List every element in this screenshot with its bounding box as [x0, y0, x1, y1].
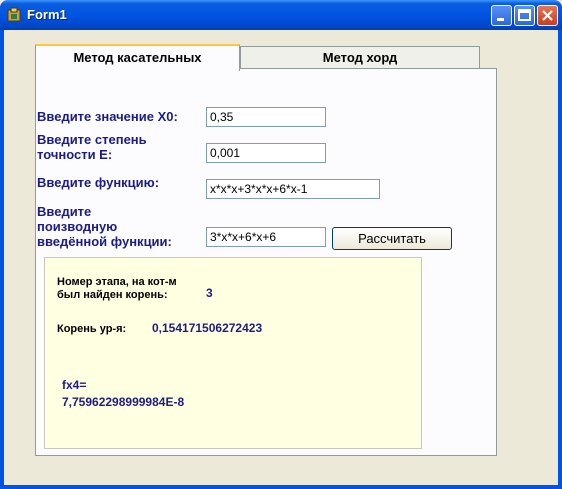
tab-chord-method[interactable]: Метод хорд — [240, 46, 480, 68]
step-label-line2: был найден корень: — [57, 289, 168, 301]
step-label-line1: Номер этапа, на кот-м — [57, 276, 177, 288]
window-title: Form1 — [27, 7, 67, 22]
x0-label: Введите значение X0: — [37, 109, 178, 124]
minimize-button[interactable] — [491, 5, 512, 26]
maximize-icon — [518, 9, 531, 21]
derivative-label-line1: Введите — [37, 204, 92, 219]
derivative-label-line3: введённой функции: — [37, 234, 172, 249]
epsilon-label-line2: точности E: — [37, 147, 113, 162]
derivative-input[interactable] — [206, 227, 326, 247]
delphi-app-icon — [7, 7, 21, 22]
fx-label: fx4= — [62, 378, 87, 392]
form-client-area: Метод хорд Метод касательных Введите зна… — [4, 30, 558, 485]
minimize-icon — [497, 18, 504, 21]
root-label: Корень ур-я: — [57, 323, 127, 335]
derivative-label-line2: поизводную — [37, 219, 118, 234]
fx-value: 7,75962298999984E-8 — [62, 395, 185, 409]
title-bar[interactable]: Form1 — [0, 0, 562, 30]
x0-input[interactable] — [206, 107, 326, 127]
close-button[interactable] — [537, 5, 558, 26]
application-window: Form1 Метод хорд Метод касательных Введи… — [0, 0, 562, 489]
calculate-button[interactable]: Рассчитать — [332, 227, 452, 250]
epsilon-input[interactable] — [206, 143, 326, 163]
close-icon — [542, 10, 553, 21]
result-panel: Номер этапа, на кот-м был найден корень:… — [44, 257, 422, 449]
function-label: Введите функцию: — [37, 175, 160, 190]
function-input[interactable] — [206, 179, 380, 199]
maximize-button[interactable] — [514, 5, 535, 26]
epsilon-label-line1: Введите степень — [37, 132, 147, 147]
root-value: 0,154171506272423 — [152, 321, 263, 335]
step-value: 3 — [206, 286, 213, 300]
tab-tangent-method[interactable]: Метод касательных — [35, 44, 240, 71]
